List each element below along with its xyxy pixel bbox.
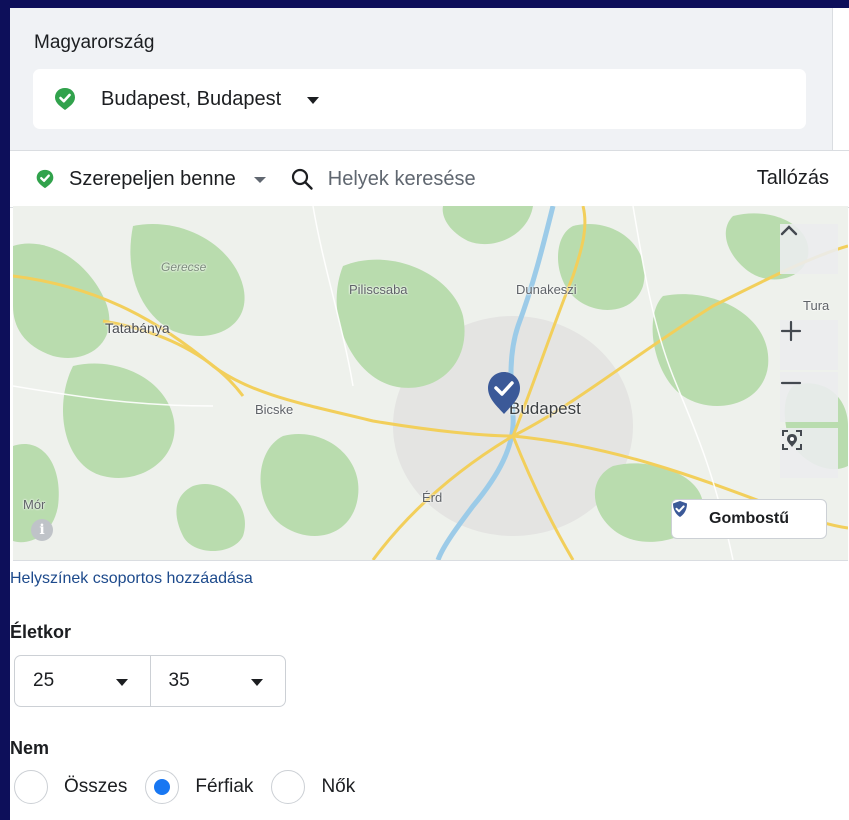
age-range: 25 35: [14, 655, 286, 707]
gender-radio-women[interactable]: [271, 770, 306, 804]
gender-title: Nem: [10, 738, 50, 758]
pin-shield-icon: [673, 501, 687, 517]
map-label-dunakeszi: Dunakeszi: [516, 282, 577, 297]
browse-link[interactable]: Tallózás: [757, 167, 829, 190]
location-toolbar: Szerepeljen benne Tallózás: [10, 150, 849, 208]
bulk-add-locations-link[interactable]: Helyszínek csoportos hozzáadása: [10, 570, 253, 588]
zoom-in-button[interactable]: [780, 320, 838, 370]
gender-label-women: Nők: [321, 776, 356, 797]
include-dropdown[interactable]: Szerepeljen benne: [69, 168, 236, 191]
map-label-mor: Mór: [23, 497, 46, 512]
gender-radio-men[interactable]: [145, 770, 180, 804]
locate-button[interactable]: [780, 428, 838, 478]
gender-radio-group: Összes Férfiak Nők: [14, 770, 373, 804]
map-label-gerecse: Gerecse: [161, 260, 207, 274]
age-max-select[interactable]: 35: [149, 656, 286, 706]
include-pin-icon: [36, 169, 54, 189]
drop-pin-button[interactable]: Gombostű: [671, 499, 827, 539]
map-collapse-button[interactable]: [780, 224, 838, 274]
location-map[interactable]: Gerecse Piliscsaba Dunakeszi Tura Tatabá…: [13, 206, 848, 561]
selected-location-dropdown[interactable]: Budapest, Budapest: [33, 69, 806, 129]
map-label-erd: Érd: [422, 490, 443, 505]
age-title: Életkor: [10, 622, 72, 642]
location-check-pin-icon: [55, 88, 75, 110]
map-label-tura: Tura: [803, 298, 830, 313]
gender-radio-all[interactable]: [14, 770, 48, 804]
map-label-piliscsaba: Piliscsaba: [349, 282, 408, 297]
drop-pin-label: Gombostű: [709, 510, 789, 527]
zoom-out-button[interactable]: [780, 372, 838, 422]
age-min-select[interactable]: 25: [15, 656, 150, 706]
country-label: Magyarország: [34, 32, 155, 53]
age-min-value: 25: [33, 670, 55, 691]
chevron-down-icon: [307, 96, 320, 104]
chevron-down-icon: [115, 679, 128, 686]
plus-icon: [780, 320, 802, 342]
map-marker-pin-icon[interactable]: [485, 370, 523, 416]
map-label-tatabanya: Tatabánya: [105, 320, 170, 336]
search-icon: [291, 168, 313, 190]
right-divider: [832, 8, 849, 150]
map-label-bicske: Bicske: [255, 402, 294, 417]
chevron-up-icon: [780, 225, 798, 236]
info-icon[interactable]: i: [31, 519, 53, 541]
age-max-value: 35: [168, 670, 190, 691]
targeting-panel: Magyarország Budapest, Budapest Szerepel…: [10, 8, 849, 820]
location-section: Magyarország Budapest, Budapest: [10, 8, 832, 150]
chevron-down-icon: [251, 679, 263, 686]
include-chevron-down-icon[interactable]: [253, 177, 266, 183]
minus-icon: [780, 381, 802, 385]
gender-label-men: Férfiak: [195, 776, 254, 797]
gender-label-all: Összes: [64, 776, 128, 797]
places-search-input[interactable]: [327, 167, 688, 191]
selected-location-name: Budapest, Budapest: [101, 87, 282, 110]
locate-icon: [782, 430, 802, 450]
